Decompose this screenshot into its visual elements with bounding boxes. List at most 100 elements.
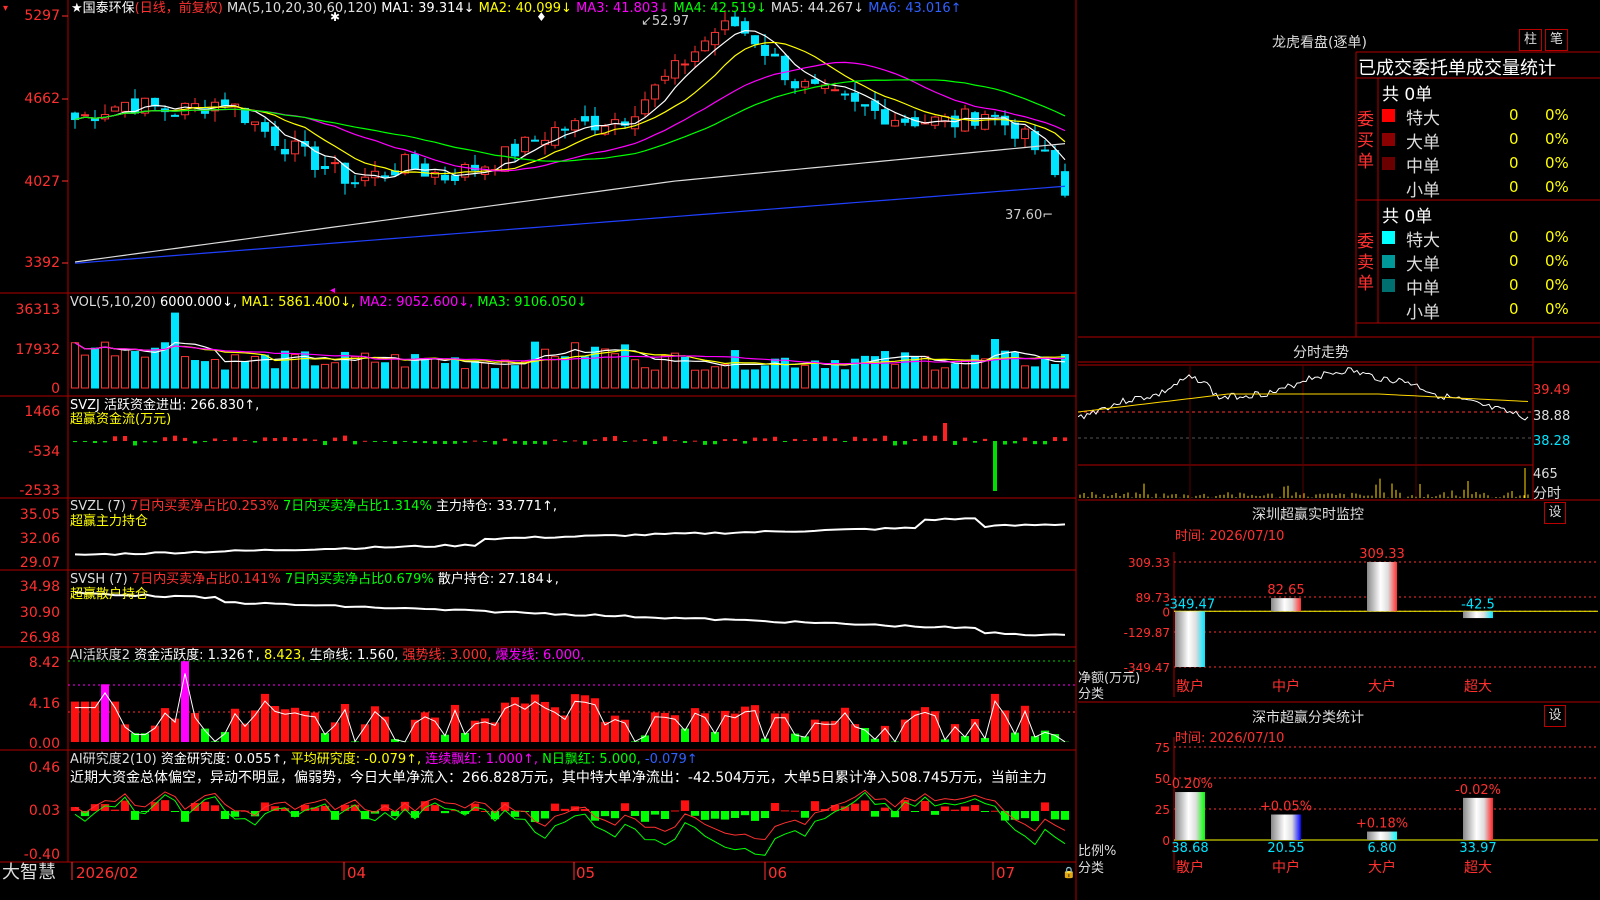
volume-bar xyxy=(81,354,89,389)
svzj-bar xyxy=(803,439,807,441)
ai2-bar xyxy=(641,811,649,822)
candle-body xyxy=(831,89,839,92)
volume-bar xyxy=(1041,356,1049,389)
svzj-bar xyxy=(273,437,277,441)
svsh-item-0: SVSH (7) xyxy=(70,572,128,587)
ai2-item-2: 平均研究度: -0.079↑, xyxy=(286,752,422,767)
svzj-bar xyxy=(453,441,457,444)
candle-body xyxy=(551,127,559,146)
sell-side-label: 委卖单 xyxy=(1357,232,1374,294)
svzj-bar xyxy=(1063,437,1067,441)
svzj-bar xyxy=(843,441,847,442)
volume-bar xyxy=(221,369,229,389)
svzj-bar xyxy=(203,441,207,443)
candle-body xyxy=(751,35,759,45)
volume-bar xyxy=(781,357,789,389)
svzj-bar xyxy=(783,441,787,442)
ma6-line xyxy=(74,185,1066,264)
svzj-bar xyxy=(113,436,117,441)
candle-body xyxy=(331,162,339,165)
candle-body xyxy=(521,136,529,153)
svzj-bar xyxy=(383,441,387,442)
ai2-item-0: AI研究度2(10) xyxy=(70,752,157,767)
svsh-item-2: 7日内买卖净占比0.679% xyxy=(280,572,434,587)
svzj-bar xyxy=(303,438,307,441)
bar-mode-button[interactable]: 柱 xyxy=(1519,29,1542,51)
ai2-bar xyxy=(221,811,229,820)
classify-settings-button[interactable]: 设 xyxy=(1544,705,1566,727)
svzl-item-1: 7日内买卖净占比0.253% xyxy=(125,499,279,514)
ai2-bar xyxy=(441,811,449,814)
sell-row-pct-3: 0% xyxy=(1545,300,1569,318)
svzj-bar xyxy=(683,441,687,444)
candle-body xyxy=(381,175,389,178)
buy-row-name-1: 大单 xyxy=(1406,133,1440,153)
candle-body xyxy=(791,81,799,89)
volume-bar xyxy=(241,361,249,389)
stock-name[interactable]: 国泰环保 xyxy=(83,1,135,16)
ai2-bar xyxy=(741,811,749,816)
sell-row-pct-1: 0% xyxy=(1545,252,1569,270)
ai2-bar xyxy=(781,810,789,812)
volume-bar xyxy=(861,355,869,389)
ai2-bar xyxy=(851,803,859,811)
candle-body xyxy=(991,114,999,117)
candle-body xyxy=(981,113,989,130)
right-panel: 309.3389.730-129.87-349.47-349.47散户82.65… xyxy=(1078,51,1600,876)
ai2-bar xyxy=(481,810,489,812)
ai1-item-5: 爆发线: 6.000, xyxy=(491,648,585,663)
ai2-bar xyxy=(541,811,549,819)
svzj-bar xyxy=(183,437,187,441)
vol-item-4: MA3: 9106.050↓ xyxy=(473,295,588,310)
svzj-bars xyxy=(73,423,1067,491)
buy-row-pct-2: 0% xyxy=(1545,154,1569,172)
volume-bar xyxy=(431,358,439,389)
date-label-jul: 07 xyxy=(996,864,1016,882)
svzj-bar xyxy=(533,441,537,444)
ai2-bar xyxy=(531,811,539,823)
svzj-bar xyxy=(943,423,947,441)
candlestick-series xyxy=(71,10,1069,198)
svzj-bar xyxy=(603,437,607,441)
ai2-bar xyxy=(671,810,679,812)
svzj-bar xyxy=(413,441,417,443)
vol-axis-zero: 0 xyxy=(51,381,60,397)
classify-value-label: 6.80 xyxy=(1368,841,1397,856)
candle-body xyxy=(721,20,729,31)
svzj-bar xyxy=(163,437,167,441)
svzj-bar xyxy=(313,439,317,441)
svzj-bar xyxy=(883,435,887,441)
monitor-settings-button[interactable]: 设 xyxy=(1544,502,1566,524)
ai2-item-1: 资金研究度: 0.055↑, xyxy=(156,752,287,767)
sell-row-pct-0: 0% xyxy=(1545,228,1569,246)
svzj-bar xyxy=(263,437,267,441)
candle-body xyxy=(671,60,679,79)
lock-icon[interactable]: 🔒 xyxy=(1062,866,1076,880)
sell-row-name-1: 大单 xyxy=(1406,255,1440,275)
volume-bar xyxy=(441,363,449,389)
candle-body xyxy=(771,53,779,57)
svzj-bar xyxy=(503,438,507,441)
volume-bar xyxy=(121,348,129,389)
volume-bar xyxy=(651,369,659,389)
ai2-summary: 近期大资金总体偏空，异动不明显，偏弱势，今日大单净流入：266.828万元，其中… xyxy=(70,770,1047,786)
candle-body xyxy=(1061,171,1069,196)
tick-mode-button[interactable]: 笔 xyxy=(1545,29,1568,51)
volume-bar xyxy=(371,361,379,389)
volume-bar xyxy=(731,350,739,389)
monitor-bar xyxy=(1175,611,1205,667)
volume-bar xyxy=(951,363,959,389)
svzl-item-2: 7日内买卖净占比1.314% xyxy=(278,499,432,514)
ai1-item-1: 资金活跃度: 1.326↑, xyxy=(130,648,260,663)
candle-body xyxy=(1041,149,1049,152)
sell-row-name-2: 中单 xyxy=(1406,279,1440,299)
svzj-bar xyxy=(913,439,917,441)
ai2-bar xyxy=(551,803,559,811)
candle-body xyxy=(171,114,179,117)
price-axis-4027: 4027 xyxy=(24,174,60,190)
buy-row-pct-3: 0% xyxy=(1545,178,1569,196)
volume-bar xyxy=(621,344,629,389)
candle-body xyxy=(511,143,519,157)
svzj-bar xyxy=(963,437,967,441)
candle-body xyxy=(841,93,849,96)
